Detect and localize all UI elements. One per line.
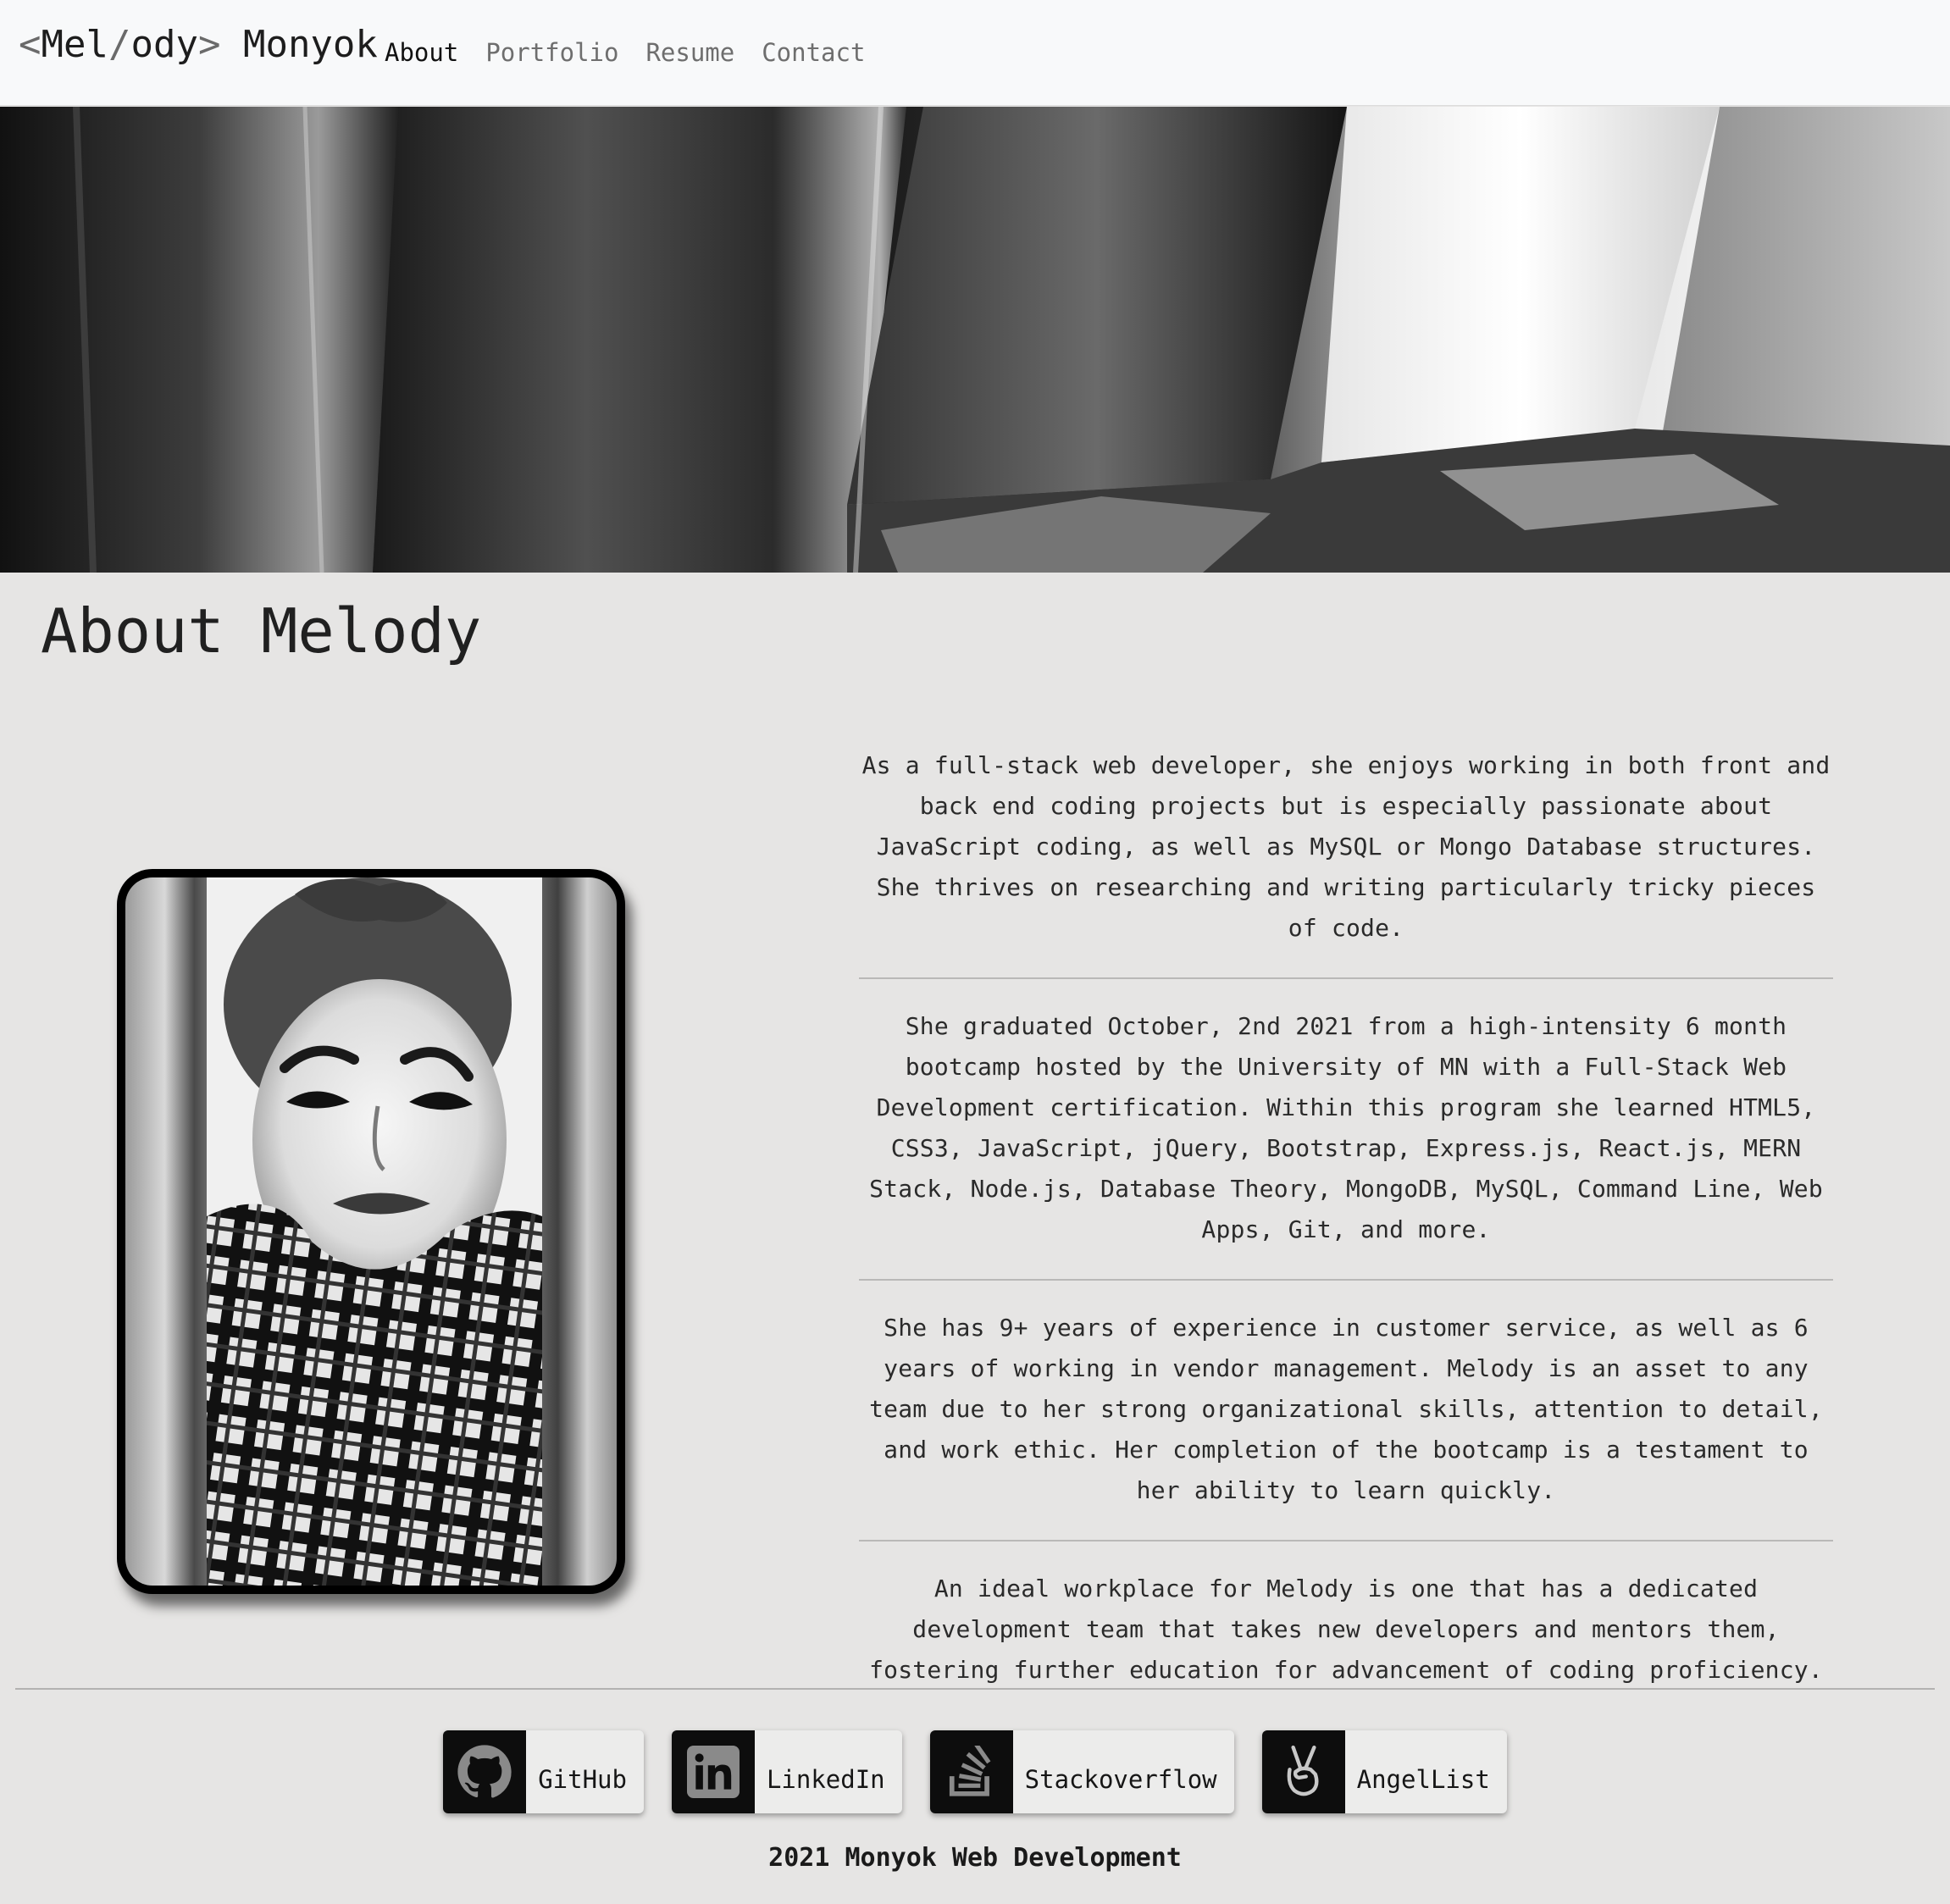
brand-ody: ody — [130, 23, 198, 66]
linkedin-icon — [671, 1730, 755, 1813]
about-paragraph: She graduated October, 2nd 2021 from a h… — [869, 1012, 1823, 1243]
nav-link-about[interactable]: About — [385, 34, 458, 71]
about-paragraph: She has 9+ years of experience in custom… — [869, 1314, 1823, 1504]
brand-open-bracket: < — [19, 23, 42, 66]
brand-mel: Mel — [41, 23, 108, 66]
profile-photo — [125, 877, 617, 1586]
divider — [859, 1279, 1833, 1281]
stackoverflow-icon — [929, 1730, 1013, 1813]
about-paragraph: As a full-stack web developer, she enjoy… — [861, 751, 1831, 942]
brand-close-bracket: > — [197, 23, 221, 66]
angellist-label: AngelList — [1356, 1765, 1490, 1794]
page-title: About Melody — [41, 595, 482, 667]
stackoverflow-label: Stackoverflow — [1024, 1765, 1217, 1794]
nav-link-portfolio[interactable]: Portfolio — [485, 34, 618, 71]
divider — [859, 1540, 1833, 1541]
hero-banner-image — [0, 107, 1950, 573]
github-label: GitHub — [538, 1765, 627, 1794]
nav-link-contact[interactable]: Contact — [762, 34, 865, 71]
nav-link-resume[interactable]: Resume — [645, 34, 734, 71]
angellist-icon — [1261, 1730, 1345, 1813]
about-text: As a full-stack web developer, she enjoy… — [859, 745, 1833, 1691]
linkedin-label: LinkedIn — [766, 1765, 885, 1794]
stackoverflow-button[interactable]: Stackoverflow — [929, 1730, 1234, 1813]
brand-slash: / — [108, 23, 131, 66]
brand-last-name: Monyok — [220, 23, 378, 66]
footer-copyright: 2021 Monyok Web Development — [768, 1843, 1182, 1873]
profile-photo-frame — [117, 869, 625, 1594]
about-paragraph: An ideal workplace for Melody is one tha… — [869, 1575, 1823, 1684]
social-links: GitHub LinkedIn Stackoverflow AngelList — [0, 1730, 1950, 1813]
github-icon — [443, 1730, 527, 1813]
navbar: <Mel/ody> Monyok About Portfolio Resume … — [0, 0, 1950, 106]
nav-links: About Portfolio Resume Contact — [385, 34, 892, 71]
linkedin-button[interactable]: LinkedIn — [671, 1730, 902, 1813]
footer-divider — [15, 1688, 1935, 1690]
divider — [859, 977, 1833, 979]
angellist-button[interactable]: AngelList — [1261, 1730, 1507, 1813]
brand-logo[interactable]: <Mel/ody> Monyok — [19, 19, 378, 71]
github-button[interactable]: GitHub — [443, 1730, 644, 1813]
